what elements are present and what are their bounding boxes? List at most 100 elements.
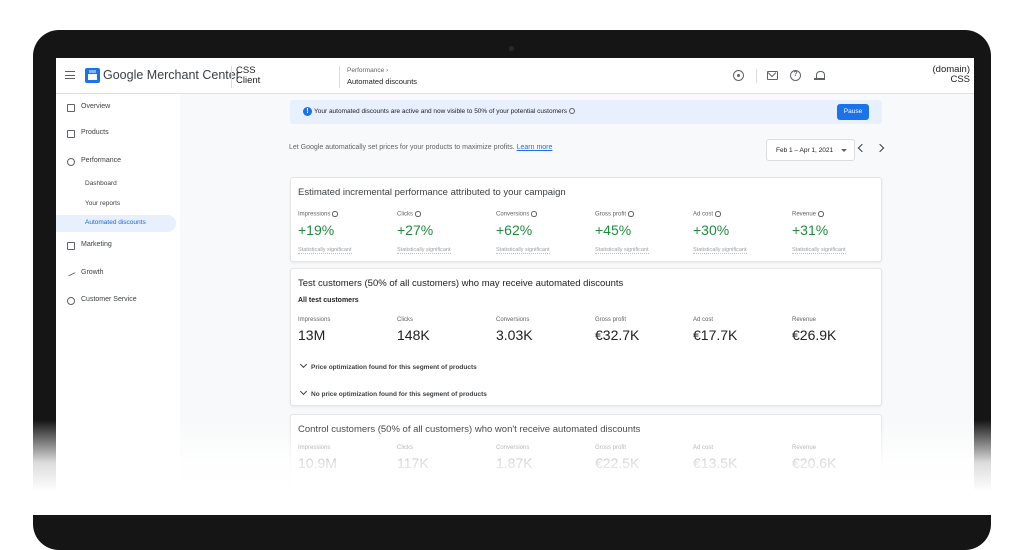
main-content: ! Your automated discounts are active an… <box>180 94 974 498</box>
breadcrumb-parent[interactable]: Performance › <box>347 67 388 74</box>
sidebar-item-products[interactable]: Products <box>56 125 180 143</box>
metric-label: Revenue <box>792 317 817 323</box>
metric-conversions: Conversions +62% Statistically significa… <box>496 211 586 256</box>
metric-ad-cost: Ad cost €13.5K <box>693 445 783 471</box>
overview-icon <box>67 104 75 112</box>
top-bar: Google Merchant Center CSS Client Perfor… <box>56 58 974 94</box>
metric-value: +45% <box>595 221 632 238</box>
sidebar-item-dashboard[interactable]: Dashboard <box>56 176 176 193</box>
screen: Google Merchant Center CSS Client Perfor… <box>56 58 974 498</box>
metric-label: Ad cost <box>693 317 714 323</box>
significance-note[interactable]: Statistically significant <box>792 247 846 254</box>
date-range-picker[interactable]: Feb 1 – Apr 1, 2021 <box>766 139 855 161</box>
metric-value: 3.03K <box>496 327 533 343</box>
significance-note[interactable]: Statistically significant <box>595 247 649 254</box>
sidebar-item-customer-service[interactable]: Customer Service <box>56 292 180 310</box>
metric-value: 13M <box>298 327 326 343</box>
sidebar-item-marketing[interactable]: Marketing <box>56 237 180 255</box>
help-icon[interactable] <box>415 211 421 217</box>
metric-label: Impressions <box>298 317 331 323</box>
card-title: Test customers (50% of all customers) wh… <box>298 278 624 289</box>
account-type: CSS <box>950 74 970 85</box>
metric-label: Impressions <box>298 445 331 451</box>
segment-expander-price-optimization[interactable]: Price optimization found for this segmen… <box>299 360 477 371</box>
divider <box>756 69 757 83</box>
help-icon[interactable]: ? <box>790 70 801 81</box>
previous-period-icon[interactable] <box>857 143 867 153</box>
metric-value: +62% <box>496 221 533 238</box>
customer-service-icon <box>67 297 75 305</box>
sidebar-item-performance[interactable]: Performance <box>56 153 180 171</box>
sidebar-item-your-reports[interactable]: Your reports <box>56 196 176 213</box>
metric-value: €13.5K <box>693 455 738 471</box>
card-title: Control customers (50% of all customers)… <box>298 424 641 435</box>
metric-label: Impressions <box>298 211 388 218</box>
metric-value: €20.6K <box>792 455 837 471</box>
performance-icon <box>67 158 75 166</box>
merchant-center-logo <box>85 68 100 83</box>
intro-text: Let Google automatically set prices for … <box>289 144 553 151</box>
help-icon[interactable] <box>531 211 537 217</box>
help-icon[interactable] <box>569 108 576 114</box>
help-icon[interactable] <box>818 211 824 217</box>
metric-conversions: Conversions 3.03K <box>496 317 586 343</box>
help-icon[interactable] <box>715 211 721 217</box>
app-title: Google Merchant Center <box>103 68 240 82</box>
dropdown-caret-icon <box>841 149 847 152</box>
learn-more-link[interactable]: Learn more <box>517 144 553 151</box>
sidebar-item-growth[interactable]: Growth <box>56 265 180 283</box>
notifications-icon[interactable] <box>814 70 825 81</box>
menu-icon[interactable] <box>65 71 75 79</box>
segment-expander-no-price-optimization[interactable]: No price optimization found for this seg… <box>299 387 487 398</box>
metric-value: 117K <box>397 455 429 471</box>
account-switcher[interactable]: (domain) CSS <box>933 65 971 85</box>
help-icon[interactable] <box>332 211 338 217</box>
chevron-down-icon <box>299 360 308 369</box>
metric-gross-profit: Gross profit €22.5K <box>595 445 685 471</box>
metric-label: Ad cost <box>693 445 714 451</box>
metric-label: Clicks <box>397 317 413 323</box>
metric-label: Revenue <box>792 211 882 218</box>
pause-button[interactable]: Pause <box>837 104 869 120</box>
metric-value: €17.7K <box>693 327 738 343</box>
metric-label: Clicks <box>397 445 413 451</box>
settings-icon[interactable] <box>733 70 744 81</box>
products-icon <box>67 130 75 138</box>
metric-clicks: Clicks 117K <box>397 445 487 471</box>
metric-value: €26.9K <box>792 327 837 343</box>
sidebar: Overview Products Performance Dashboard … <box>56 94 180 498</box>
metric-value: €22.5K <box>595 455 640 471</box>
metric-revenue: Revenue €20.6K <box>792 445 882 471</box>
marketing-icon <box>67 242 75 250</box>
metric-label: Clicks <box>397 211 487 218</box>
metric-value: €32.7K <box>595 327 640 343</box>
significance-note[interactable]: Statistically significant <box>496 247 550 254</box>
metric-ad-cost: Ad cost €17.7K <box>693 317 783 343</box>
divider <box>339 66 340 88</box>
metric-label: Gross profit <box>595 211 685 218</box>
test-customers-card: Test customers (50% of all customers) wh… <box>290 268 882 406</box>
card-title: Estimated incremental performance attrib… <box>298 187 566 198</box>
metric-value: +19% <box>298 221 335 238</box>
significance-note[interactable]: Statistically significant <box>397 247 451 254</box>
significance-note[interactable]: Statistically significant <box>298 247 352 254</box>
mail-icon[interactable] <box>767 71 778 80</box>
camera-dot <box>509 46 514 51</box>
metric-value: +30% <box>693 221 730 238</box>
metric-conversions: Conversions 1.87K <box>496 445 586 471</box>
metric-label: Gross profit <box>595 317 627 323</box>
sidebar-item-automated-discounts[interactable]: Automated discounts <box>56 215 176 232</box>
sidebar-item-overview[interactable]: Overview <box>56 99 180 117</box>
metric-value: 10.9M <box>298 455 337 471</box>
metric-value: +31% <box>792 221 829 238</box>
breadcrumb-current: Automated discounts <box>347 77 418 86</box>
significance-note[interactable]: Statistically significant <box>693 247 747 254</box>
metric-label: Conversions <box>496 211 586 218</box>
metric-ad-cost: Ad cost +30% Statistically significant <box>693 211 783 256</box>
metric-value: 1.87K <box>496 455 533 471</box>
next-period-icon[interactable] <box>875 143 885 153</box>
help-icon[interactable] <box>628 211 634 217</box>
control-customers-card: Control customers (50% of all customers)… <box>290 414 882 498</box>
metric-label: Conversions <box>496 317 530 323</box>
chevron-down-icon <box>299 387 308 396</box>
